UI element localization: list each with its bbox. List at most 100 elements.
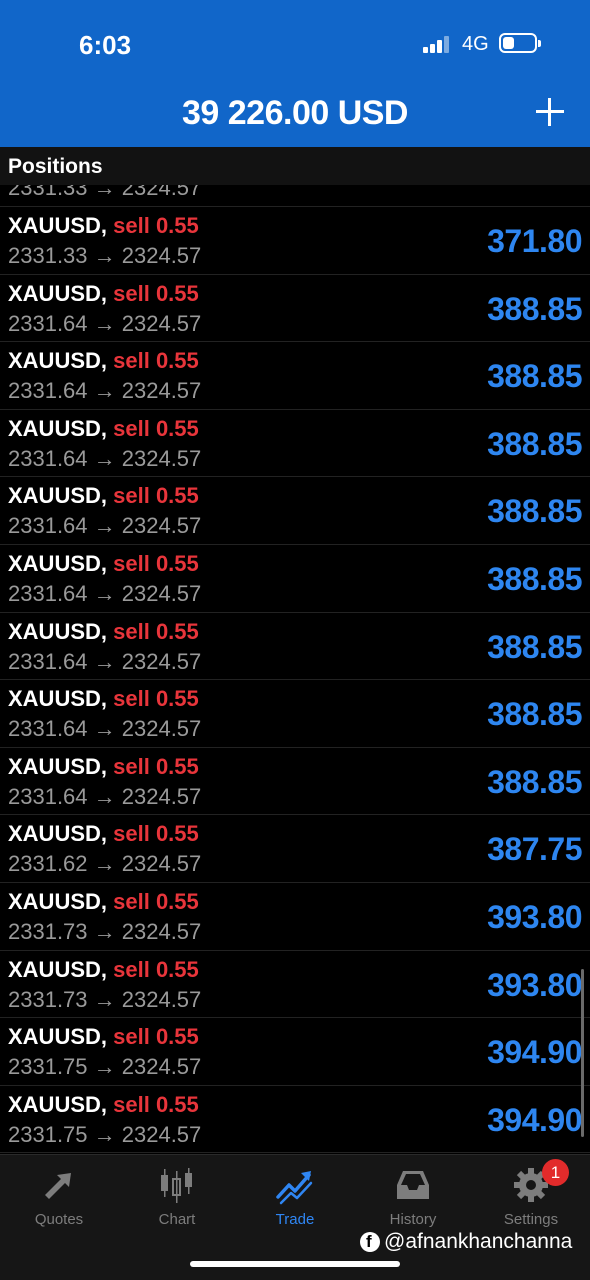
tab-trade[interactable]: Trade [236, 1165, 354, 1237]
tab-label: Trade [275, 1211, 315, 1228]
positions-section-header: Positions [0, 147, 590, 185]
symbol: XAUUSD, [8, 415, 108, 441]
trade-side: sell 0.55 [113, 550, 199, 576]
position-row[interactable]: XAUUSD, sell 0.55 2331.64 → 2324.57 388.85 [0, 680, 590, 748]
position-title: XAUUSD, sell 0.55 [8, 483, 199, 509]
profit-value: 394.90 [487, 1034, 582, 1071]
profit-value: 388.85 [487, 628, 582, 665]
profit-value: 388.85 [487, 763, 582, 800]
price-range: 2331.73 → 2324.57 [8, 986, 202, 1012]
profit-value: 387.75 [487, 831, 582, 868]
position-title: XAUUSD, sell 0.55 [8, 416, 199, 442]
position-title: XAUUSD, sell 0.55 [8, 889, 199, 915]
trade-side: sell 0.55 [113, 956, 199, 982]
symbol: XAUUSD, [8, 618, 108, 644]
profit-value: 388.85 [487, 425, 582, 462]
profit-value: 371.80 [487, 223, 582, 259]
price-range: 2331.64 → 2324.57 [8, 648, 202, 674]
positions-list[interactable]: 2331.33 → 2324.57 XAUUSD, sell 0.55 2331.… [0, 185, 590, 1153]
price-range: 2331.33 → 2324.57 [8, 185, 202, 200]
symbol: XAUUSD, [8, 753, 108, 779]
symbol: XAUUSD, [8, 348, 108, 374]
symbol: XAUUSD, [8, 1024, 108, 1050]
trade-side: sell 0.55 [113, 753, 199, 779]
trade-side: sell 0.55 [113, 1091, 199, 1117]
account-balance: 39 226.00 USD [182, 94, 409, 132]
position-title: XAUUSD, sell 0.55 [8, 281, 199, 307]
quotes-arrows-icon [45, 1173, 71, 1199]
tab-label: Settings [503, 1211, 559, 1228]
trade-side: sell 0.55 [113, 348, 199, 374]
tab-chart[interactable]: Chart [118, 1165, 236, 1237]
trade-side: sell 0.55 [113, 888, 199, 914]
trade-side: sell 0.55 [113, 213, 199, 238]
price-range: 2331.64 → 2324.57 [8, 783, 202, 809]
profit-value: 388.85 [487, 290, 582, 327]
position-title: XAUUSD, sell 0.55 [8, 1024, 199, 1050]
price-range: 2331.64 → 2324.57 [8, 378, 202, 404]
profit-value: 388.85 [487, 358, 582, 395]
profit-value: 388.85 [487, 560, 582, 597]
symbol: XAUUSD, [8, 280, 108, 306]
position-title: XAUUSD, sell 0.55 [8, 551, 199, 577]
price-range: 2331.64 → 2324.57 [8, 445, 202, 471]
scrollbar[interactable] [581, 969, 584, 1137]
position-row[interactable]: XAUUSD, sell 0.55 2331.75 → 2324.57 394.90 [0, 1086, 590, 1153]
position-row[interactable]: XAUUSD, sell 0.55 2331.33 → 2324.57 371.80 [0, 207, 590, 275]
symbol: XAUUSD, [8, 956, 108, 982]
trade-side: sell 0.55 [113, 483, 199, 509]
trade-side: sell 0.55 [113, 821, 199, 847]
watermark-handle: @afnankhanchanna [384, 1230, 573, 1253]
trade-side: sell 0.55 [113, 686, 199, 712]
tab-label: Quotes [34, 1211, 84, 1228]
price-range: 2331.75 → 2324.57 [8, 1121, 202, 1147]
position-title: XAUUSD, sell 0.55 [8, 957, 199, 983]
trade-side: sell 0.55 [113, 618, 199, 644]
price-range: 2331.75 → 2324.57 [8, 1054, 202, 1080]
add-position-button[interactable] [534, 96, 566, 128]
position-row[interactable]: XAUUSD, sell 0.55 2331.64 → 2324.57 388.85 [0, 275, 590, 343]
position-row[interactable]: XAUUSD, sell 0.55 2331.64 → 2324.57 388.85 [0, 477, 590, 545]
facebook-icon: f [360, 1232, 380, 1252]
tab-settings[interactable]: Settings [472, 1165, 590, 1237]
signal-strength-icon [423, 35, 453, 53]
price-range: 2331.64 → 2324.57 [8, 513, 202, 539]
price-range: 2331.64 → 2324.57 [8, 580, 202, 606]
position-title: XAUUSD, sell 0.55 [8, 821, 199, 847]
position-title: XAUUSD, sell 0.55 [8, 1092, 199, 1118]
position-row-partial[interactable]: 2331.33 → 2324.57 [0, 185, 590, 207]
price-range: 2331.33 → 2324.57 [8, 243, 202, 268]
profit-value: 393.80 [487, 898, 582, 935]
tab-quotes[interactable]: Quotes [0, 1165, 118, 1237]
position-row[interactable]: XAUUSD, sell 0.55 2331.64 → 2324.57 388.85 [0, 545, 590, 613]
symbol: XAUUSD, [8, 821, 108, 847]
profit-value: 388.85 [487, 493, 582, 530]
top-bar: 6:03 4G 39 226.00 USD [0, 0, 590, 147]
tab-label: Chart [158, 1211, 196, 1228]
symbol: XAUUSD, [8, 686, 108, 712]
tab-label: History [389, 1211, 437, 1228]
position-title: XAUUSD, sell 0.55 [8, 686, 199, 712]
settings-notification-badge: 1 [542, 1159, 569, 1186]
position-row[interactable]: XAUUSD, sell 0.55 2331.64 → 2324.57 388.85 [0, 613, 590, 681]
status-time: 6:03 [79, 30, 132, 60]
position-row[interactable]: XAUUSD, sell 0.55 2331.64 → 2324.57 388.85 [0, 342, 590, 410]
position-row[interactable]: XAUUSD, sell 0.55 2331.73 → 2324.57 393.80 [0, 951, 590, 1019]
network-type: 4G [462, 33, 489, 55]
position-row[interactable]: XAUUSD, sell 0.55 2331.64 → 2324.57 388.85 [0, 748, 590, 816]
tab-history[interactable]: History [354, 1165, 472, 1237]
profit-value: 394.90 [487, 1101, 582, 1138]
position-row[interactable]: XAUUSD, sell 0.55 2331.64 → 2324.57 388.85 [0, 410, 590, 478]
position-title: XAUUSD, sell 0.55 [8, 213, 199, 239]
profit-value: 393.80 [487, 966, 582, 1003]
position-row[interactable]: XAUUSD, sell 0.55 2331.75 → 2324.57 394.90 [0, 1018, 590, 1086]
candlestick-icon [161, 1168, 192, 1203]
trade-side: sell 0.55 [113, 415, 199, 441]
home-indicator [190, 1261, 400, 1267]
symbol: XAUUSD, [8, 550, 108, 576]
symbol: XAUUSD, [8, 213, 108, 238]
position-row[interactable]: XAUUSD, sell 0.55 2331.62 → 2324.57 387.75 [0, 815, 590, 883]
position-title: XAUUSD, sell 0.55 [8, 619, 199, 645]
position-row[interactable]: XAUUSD, sell 0.55 2331.73 → 2324.57 393.80 [0, 883, 590, 951]
section-title: Positions [8, 155, 103, 178]
